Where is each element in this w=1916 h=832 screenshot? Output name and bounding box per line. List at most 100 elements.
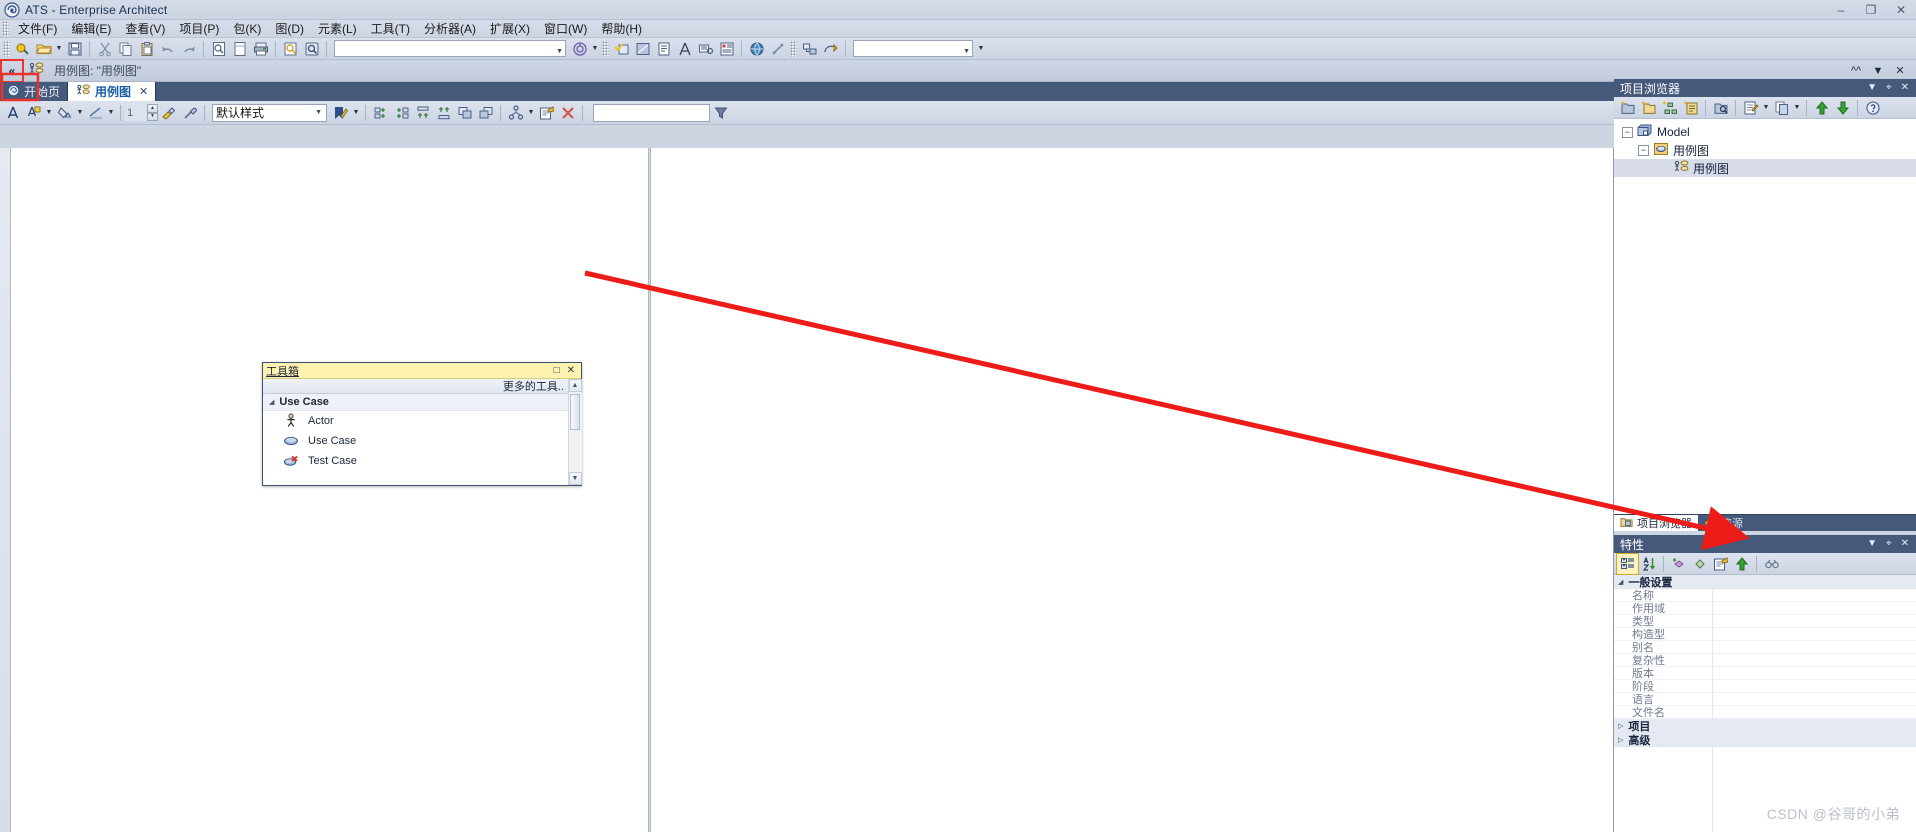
open-folder-dropdown-icon[interactable]: ▼ xyxy=(54,39,64,59)
maximize-icon[interactable]: □ xyxy=(554,365,560,376)
panel-tab-project-browser[interactable]: 项目浏览器 xyxy=(1614,515,1698,531)
tag-icon[interactable] xyxy=(1689,554,1710,574)
pin-icon[interactable]: ⌖ xyxy=(1886,539,1892,549)
stepper-down-icon[interactable]: ▼ xyxy=(147,112,158,121)
tree-row-use-case-diagram[interactable]: 用例图 xyxy=(1614,159,1916,177)
menu-edit[interactable]: 编辑(E) xyxy=(64,20,118,38)
props-value-stereotype[interactable] xyxy=(1712,627,1916,641)
print-icon[interactable] xyxy=(250,39,271,59)
resource-icon[interactable] xyxy=(716,39,737,59)
close-icon[interactable]: ✕ xyxy=(1890,62,1910,80)
categorize-icon[interactable] xyxy=(1616,552,1639,575)
panel-tab-resources[interactable]: 资源 xyxy=(1698,515,1749,531)
props-row-filename[interactable]: 文件名 xyxy=(1614,705,1916,719)
scrollbar-thumb[interactable] xyxy=(569,394,580,430)
properties-grid[interactable]: ◢ 一般设置 名称 作用域 类型 构造型 别名 复杂性 版本 阶段 语言 文件名… xyxy=(1614,575,1916,832)
new-package-icon[interactable] xyxy=(1638,98,1659,118)
align-top-icon[interactable] xyxy=(412,103,433,123)
search-dropdown-icon[interactable]: ▼ xyxy=(976,39,986,59)
toolbox-scrollbar[interactable]: ▲ ▼ xyxy=(568,379,582,485)
tree-row-model[interactable]: − Model xyxy=(1614,123,1916,141)
glossary-icon[interactable] xyxy=(632,39,653,59)
close-icon[interactable]: ✕ xyxy=(1901,539,1909,549)
menu-view[interactable]: 查看(V) xyxy=(118,20,172,38)
web-publish-icon[interactable] xyxy=(746,39,767,59)
close-icon[interactable]: ✕ xyxy=(1901,83,1909,93)
print-preview-icon[interactable] xyxy=(208,39,229,59)
find-in-diagram-icon[interactable] xyxy=(280,39,301,59)
page-setup-icon[interactable] xyxy=(229,39,250,59)
open-folder-icon[interactable] xyxy=(33,39,54,59)
toolbar-grip-handle-2[interactable] xyxy=(602,40,609,57)
toolbar-combo[interactable]: ▼ xyxy=(334,40,566,57)
project-browser-tree[interactable]: − Model − 用例图 用例图 xyxy=(1614,119,1916,514)
tree-row-package[interactable]: − 用例图 xyxy=(1614,141,1916,159)
diagram-properties-icon[interactable] xyxy=(536,103,557,123)
text-highlight-dropdown-icon[interactable]: ▼ xyxy=(44,103,54,123)
eyedropper-icon[interactable] xyxy=(179,103,200,123)
edit-props-icon[interactable] xyxy=(1710,554,1731,574)
menu-extensions[interactable]: 扩展(X) xyxy=(483,20,537,38)
diagram-canvas[interactable] xyxy=(0,148,1614,832)
stepper-up-icon[interactable]: ▲ xyxy=(147,104,158,113)
toolbar-grip-handle-3[interactable] xyxy=(790,40,797,57)
delete-icon[interactable] xyxy=(557,103,578,123)
menu-diagram[interactable]: 图(D) xyxy=(268,20,311,38)
save-style-dropdown-icon[interactable]: ▼ xyxy=(351,103,361,123)
minimize-button[interactable]: – xyxy=(1826,1,1856,19)
menu-package[interactable]: 包(K) xyxy=(226,20,268,38)
cut-icon[interactable] xyxy=(94,39,115,59)
props-value-version[interactable] xyxy=(1712,666,1916,680)
new-model-icon[interactable] xyxy=(1617,98,1638,118)
close-button[interactable]: ✕ xyxy=(1886,1,1916,19)
tree-expander-icon[interactable]: − xyxy=(1622,126,1633,138)
same-width-icon[interactable] xyxy=(454,103,475,123)
document-icon[interactable] xyxy=(653,39,674,59)
menu-tools[interactable]: 工具(T) xyxy=(364,20,417,38)
copy-icon[interactable] xyxy=(1771,98,1792,118)
filter-icon[interactable] xyxy=(710,103,731,123)
redo-icon[interactable] xyxy=(178,39,199,59)
props-value-language[interactable] xyxy=(1712,692,1916,706)
properties-icon[interactable] xyxy=(1740,98,1761,118)
format-painter-icon[interactable] xyxy=(158,103,179,123)
align-bottom-icon[interactable] xyxy=(433,103,454,123)
move-up-icon[interactable] xyxy=(1811,98,1832,118)
menu-file[interactable]: 文件(F) xyxy=(11,20,64,38)
move-down-icon[interactable] xyxy=(1832,98,1853,118)
align-left-icon[interactable] xyxy=(370,103,391,123)
scroll-up-button[interactable]: ▲ xyxy=(568,379,582,392)
link-icon[interactable] xyxy=(767,39,788,59)
auto-layout-dropdown-icon[interactable]: ▼ xyxy=(526,103,536,123)
style-select[interactable]: 默认样式 ▼ xyxy=(212,103,327,122)
chevron-down-icon[interactable]: ▼ xyxy=(1867,539,1877,549)
props-value-filename[interactable] xyxy=(1712,705,1916,719)
scroll-down-button[interactable]: ▼ xyxy=(568,472,582,485)
canvas-split-divider[interactable] xyxy=(648,148,651,832)
properties-dropdown-icon[interactable]: ▼ xyxy=(1761,98,1771,118)
menu-element[interactable]: 元素(L) xyxy=(311,20,364,38)
toolbox-item-test-case[interactable]: Test Case xyxy=(263,451,568,471)
chevron-down-icon[interactable]: ▼ xyxy=(1868,62,1888,80)
spell-check-icon[interactable] xyxy=(611,39,632,59)
auto-layout-icon[interactable] xyxy=(505,103,526,123)
line-width-input[interactable]: 1 xyxy=(125,104,147,121)
line-style-icon[interactable] xyxy=(85,103,106,123)
menu-analyzer[interactable]: 分析器(A) xyxy=(417,20,483,38)
help-icon[interactable] xyxy=(1862,98,1883,118)
toolbox-group-use-case[interactable]: ◢ Use Case xyxy=(263,394,568,411)
menu-project[interactable]: 项目(P) xyxy=(172,20,226,38)
align-right-icon[interactable] xyxy=(391,103,412,123)
search-input[interactable]: ▼ xyxy=(853,40,973,57)
collapse-panel-button[interactable]: « xyxy=(0,58,24,83)
tab-use-case-diagram[interactable]: 用例图 ✕ xyxy=(67,82,157,101)
new-element-icon[interactable] xyxy=(1680,98,1701,118)
tab-start-page[interactable]: 开始页 xyxy=(0,82,67,101)
search-model-icon[interactable] xyxy=(301,39,322,59)
search-model-icon[interactable] xyxy=(1710,98,1731,118)
toolbar-grip-handle[interactable] xyxy=(3,40,10,57)
close-icon[interactable]: ✕ xyxy=(139,85,148,98)
font-icon[interactable] xyxy=(674,39,695,59)
props-section-project[interactable]: ▷ 项目 xyxy=(1614,719,1916,733)
props-value-scope[interactable] xyxy=(1712,601,1916,615)
